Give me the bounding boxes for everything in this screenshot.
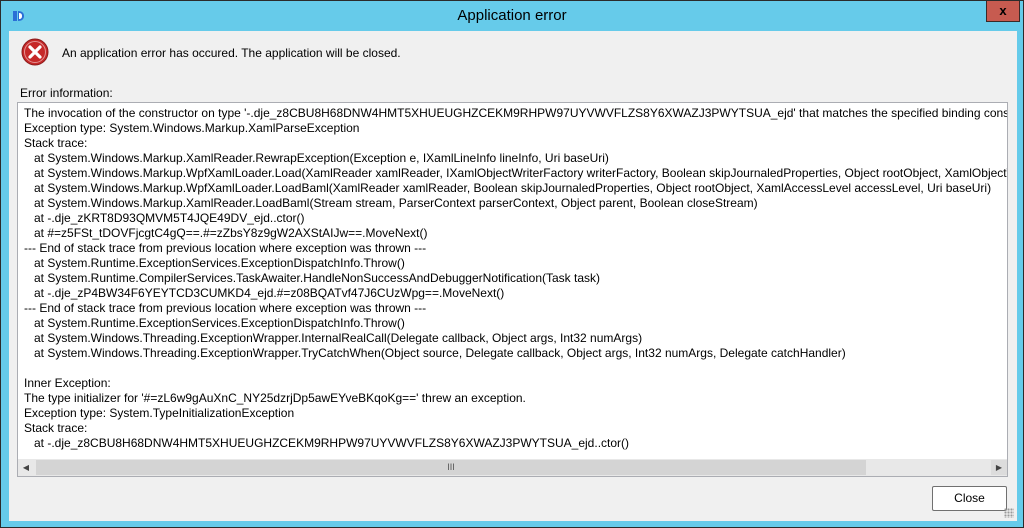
- error-line: The invocation of the constructor on typ…: [24, 106, 1008, 120]
- error-line: Exception type: System.Windows.Markup.Xa…: [24, 121, 360, 135]
- resize-grip-icon[interactable]: [1004, 508, 1014, 518]
- error-line: Inner Exception:: [24, 376, 111, 390]
- error-line: Exception type: System.TypeInitializatio…: [24, 406, 295, 420]
- error-line: at -.dje_z8CBU8H68DNW4HMT5XHUEUGHZCEKM9R…: [24, 436, 630, 450]
- error-line: at System.Windows.Threading.ExceptionWra…: [24, 346, 846, 360]
- horizontal-scrollbar[interactable]: ◀ III ▶: [18, 459, 1007, 476]
- error-line: at System.Windows.Markup.XamlReader.Load…: [24, 196, 758, 210]
- error-line: [24, 361, 1007, 376]
- dialog-client-area: An application error has occured. The ap…: [9, 31, 1017, 521]
- error-line: at System.Windows.Markup.WpfXamlLoader.L…: [24, 181, 992, 195]
- error-information-label: Error information:: [20, 86, 113, 100]
- error-line: at -.dje_zP4BW34F6YEYTCD3CUMKD4_ejd.#=z0…: [24, 286, 505, 300]
- dialog-window: Application error x An application error…: [0, 0, 1024, 528]
- error-line: The type initializer for '#=zL6w9gAuXnC_…: [24, 391, 526, 405]
- error-line: at System.Runtime.ExceptionServices.Exce…: [24, 256, 405, 270]
- error-line: at System.Runtime.ExceptionServices.Exce…: [24, 316, 405, 330]
- error-line: Stack trace:: [24, 421, 88, 435]
- scroll-right-icon[interactable]: ▶: [991, 460, 1007, 475]
- scroll-left-icon[interactable]: ◀: [18, 460, 34, 475]
- error-line: at -.dje_zKRT8D93QMVM5T4JQE49DV_ejd..cto…: [24, 211, 305, 225]
- error-message: An application error has occured. The ap…: [62, 46, 401, 60]
- error-line: --- End of stack trace from previous loc…: [24, 301, 427, 315]
- window-close-button[interactable]: x: [986, 1, 1020, 22]
- error-line: --- End of stack trace from previous loc…: [24, 241, 427, 255]
- error-line: Stack trace:: [24, 136, 88, 150]
- error-line: at System.Windows.Markup.XamlReader.Rewr…: [24, 151, 609, 165]
- window-title: Application error: [457, 7, 567, 24]
- error-line: at System.Runtime.CompilerServices.TaskA…: [24, 271, 601, 285]
- error-line: at System.Windows.Threading.ExceptionWra…: [24, 331, 643, 345]
- close-button[interactable]: Close: [932, 486, 1007, 511]
- error-details-text: The invocation of the constructor on typ…: [24, 106, 1008, 451]
- error-details-textbox[interactable]: The invocation of the constructor on typ…: [17, 102, 1008, 477]
- error-line: at System.Windows.Markup.WpfXamlLoader.L…: [24, 166, 1008, 180]
- scrollbar-thumb[interactable]: III: [36, 460, 866, 475]
- error-line: at #=z5FSt_tDOVFjcgtC4gQ==.#=zZbsY8z9gW2…: [24, 226, 428, 240]
- error-icon: [21, 38, 49, 66]
